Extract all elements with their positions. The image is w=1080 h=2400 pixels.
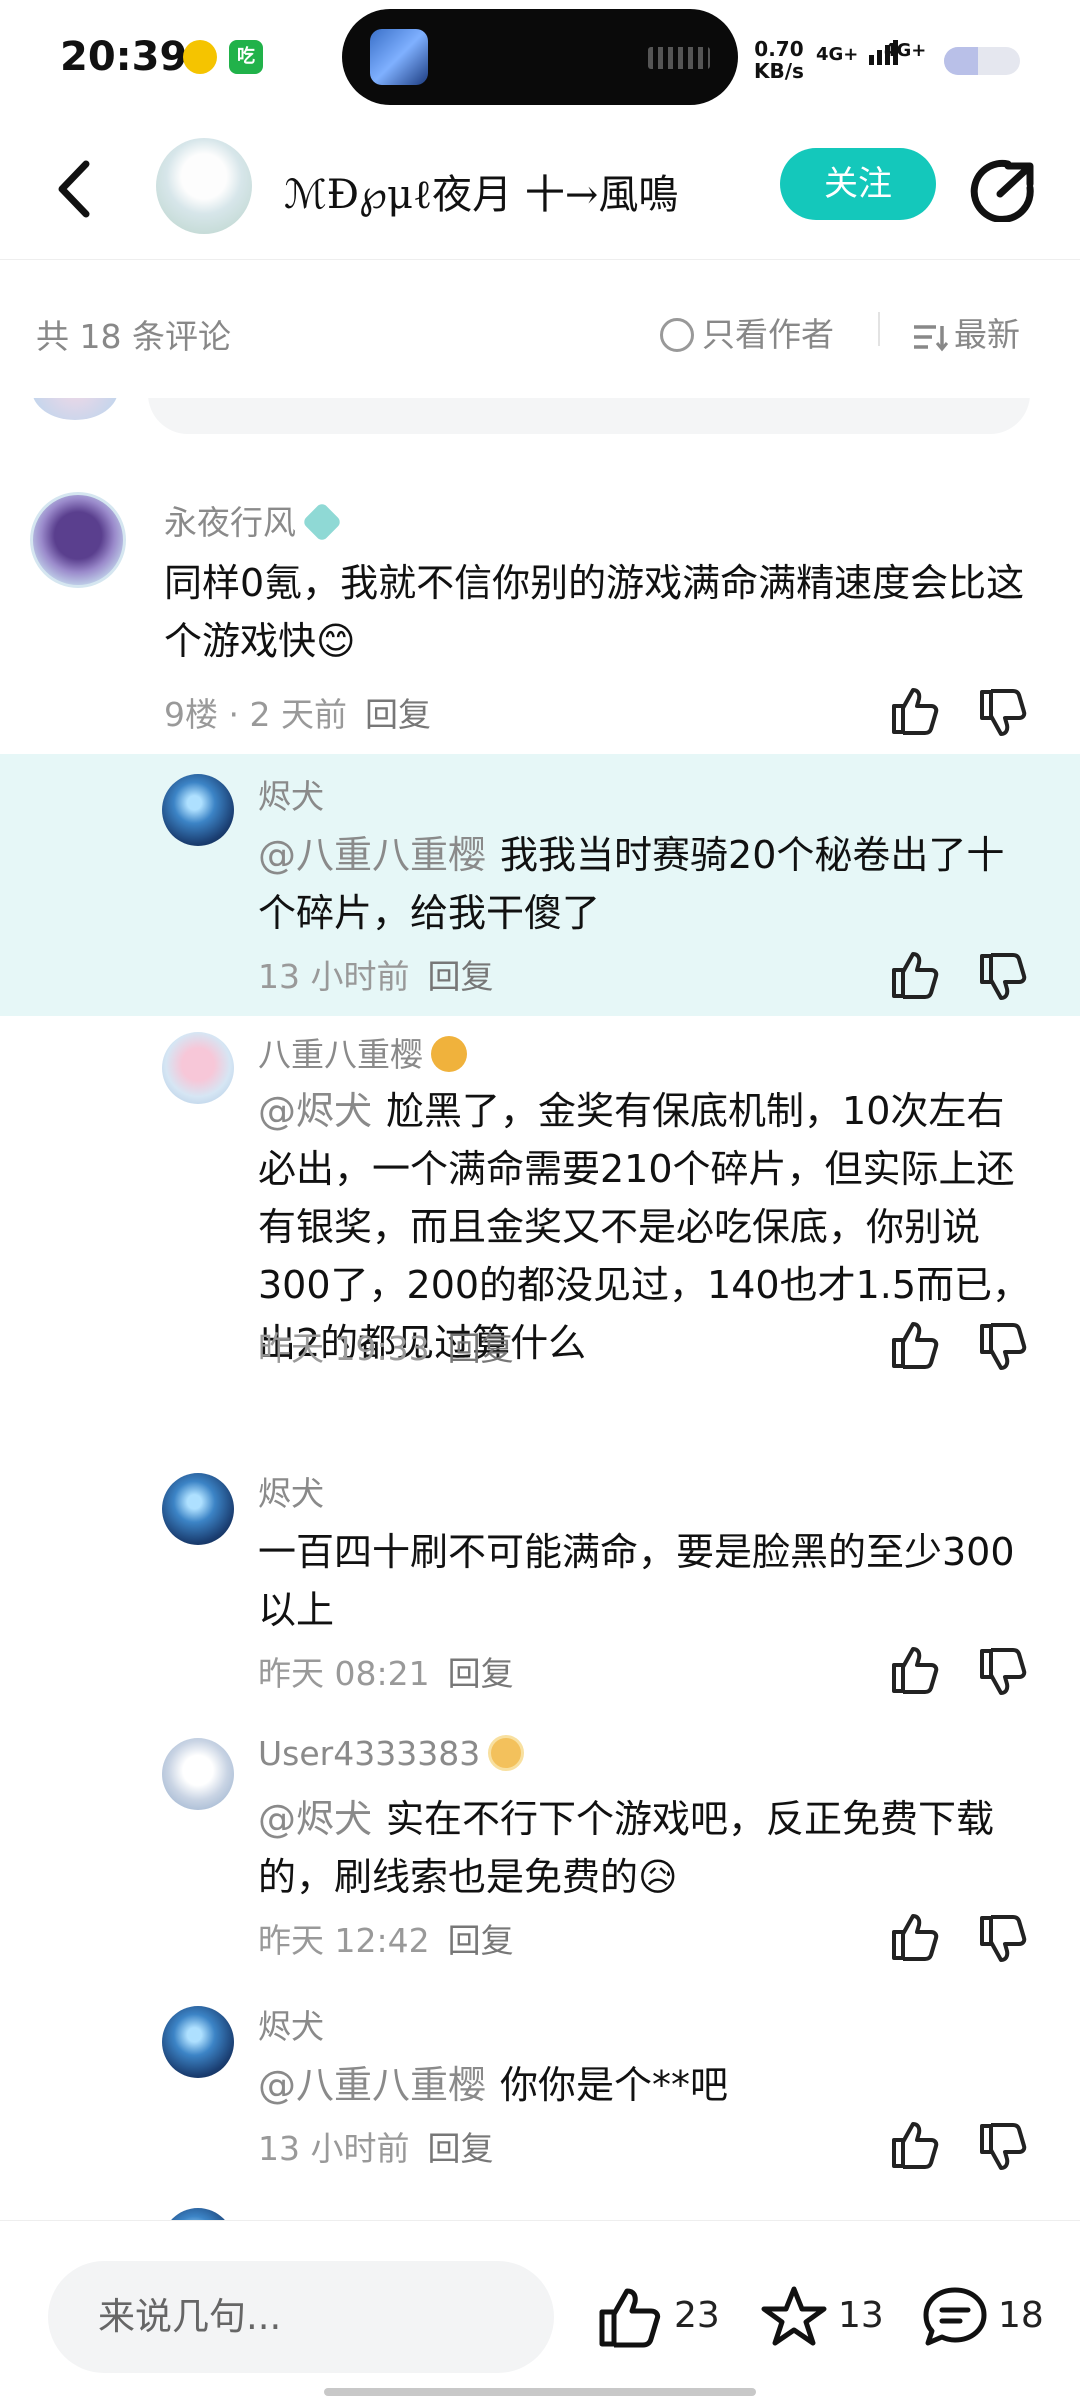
reply-button[interactable]: 回复 <box>427 2129 493 2168</box>
comment-count: 共 18 条评论 <box>36 317 231 356</box>
like-icon[interactable] <box>888 1318 940 1370</box>
media-thumbnail <box>370 29 428 85</box>
comment-text: @八重八重樱 你你是个**吧 <box>258 2063 729 2107</box>
dislike-icon[interactable] <box>976 1322 1028 1374</box>
mention-link[interactable]: @八重八重樱 <box>258 2063 486 2107</box>
back-arrow-icon[interactable] <box>46 154 106 224</box>
comment-meta: 9楼 · 2 天前 回复 <box>164 695 431 734</box>
reply-button[interactable]: 回复 <box>448 1329 514 1368</box>
bottom-action-bar: 来说几句... 23 13 18 <box>0 2220 1080 2400</box>
like-icon[interactable] <box>888 1643 940 1695</box>
dislike-icon[interactable] <box>976 688 1028 740</box>
radio-icon <box>660 318 694 352</box>
mention-link[interactable]: @烬犬 <box>258 1089 372 1133</box>
home-indicator[interactable] <box>324 2388 756 2396</box>
reply-button[interactable]: 回复 <box>448 1654 514 1693</box>
level-badge-icon <box>301 501 343 543</box>
comment-meta: 昨天 12:42 回复 <box>258 1921 514 1960</box>
avatar[interactable] <box>162 2006 234 2078</box>
follow-button[interactable]: 关注 <box>780 148 936 220</box>
dislike-icon[interactable] <box>976 952 1028 1004</box>
star-icon <box>761 2286 827 2346</box>
reply-button[interactable]: 回复 <box>427 957 493 996</box>
comments-button[interactable]: 18 <box>922 2281 1044 2351</box>
comment-list[interactable]: 永夜行风 同样0氪，我就不信你别的游戏满命满精速度会比这个游戏快😊 9楼 · 2… <box>0 398 1080 2220</box>
divider <box>878 312 880 346</box>
post-header: ℳĐ℘μℓ夜月 十→風鳴 关注 <box>0 120 1080 260</box>
reply-button[interactable]: 回复 <box>365 695 431 734</box>
status-bar: 20:39 吃 0.70 KB/s 4G+ 4G+ <box>0 0 1080 120</box>
mention-link[interactable]: @八重八重樱 <box>258 833 486 877</box>
comment-text: 同样0氪，我就不信你别的游戏满命满精速度会比这个游戏快😊 <box>164 561 1025 663</box>
comment-meta: 13 小时前 回复 <box>258 2129 494 2168</box>
like-post-button[interactable]: 23 <box>596 2281 720 2351</box>
like-icon[interactable] <box>888 948 940 1000</box>
avatar <box>162 2208 234 2220</box>
comment-meta: 13 小时前 回复 <box>258 957 494 996</box>
comment-sort-bar: 共 18 条评论 只看作者 最新 <box>0 260 1080 400</box>
status-time: 20:39 <box>60 34 188 80</box>
comment-author[interactable]: 烬犬 <box>258 2000 324 2048</box>
like-icon[interactable] <box>888 684 940 736</box>
author-only-toggle[interactable]: 只看作者 <box>660 308 834 356</box>
comment-input[interactable]: 来说几句... <box>48 2261 554 2373</box>
signal-sim2: 4G+ <box>884 40 927 61</box>
comment-author[interactable]: 八重八重樱 <box>258 1028 467 1076</box>
notification-app-icon-2: 吃 <box>229 40 263 74</box>
dislike-icon[interactable] <box>976 1647 1028 1699</box>
comment-text: 一百四十刷不可能满命，要是脸黑的至少300以上 <box>258 1530 1015 1632</box>
comment-text: @八重八重樱 我我当时赛骑20个秘卷出了十个碎片，给我干傻了 <box>258 833 1005 935</box>
comment-author[interactable]: 烬犬 <box>258 770 324 818</box>
favorite-button[interactable]: 13 <box>760 2281 884 2351</box>
avatar[interactable] <box>30 492 126 588</box>
comment-floor-9: 永夜行风 同样0氪，我就不信你别的游戏满命满精速度会比这个游戏快😊 9楼 · 2… <box>0 398 1080 753</box>
comment-meta: 昨天 08:21 回复 <box>258 1654 514 1693</box>
dislike-icon[interactable] <box>976 1914 1028 1966</box>
reply-item: 烬犬 一百四十刷不可能满命，要是脸黑的至少300以上 昨天 08:21 回复 <box>0 1473 1080 1733</box>
level-badge-icon <box>488 1735 525 1771</box>
like-icon <box>599 2288 661 2348</box>
reply-item: 烬犬 @八重八重樱 你你是个**吧 13 小时前 回复 <box>0 2006 1080 2206</box>
dislike-icon[interactable] <box>976 2122 1028 2174</box>
net-speed: 0.70 KB/s <box>754 37 804 83</box>
comment-author[interactable]: 烬犬 <box>258 1467 324 1515</box>
mention-link[interactable]: @烬犬 <box>258 1797 372 1841</box>
avatar[interactable] <box>162 1738 234 1810</box>
author-avatar[interactable] <box>156 138 252 234</box>
dynamic-island[interactable] <box>342 9 738 105</box>
comment-bubble-icon <box>923 2287 987 2346</box>
sort-list-icon <box>914 325 949 352</box>
like-icon[interactable] <box>888 1910 940 1962</box>
avatar[interactable] <box>162 1473 234 1545</box>
emoji-badge-icon <box>431 1036 467 1072</box>
battery-icon <box>944 47 1020 75</box>
avatar[interactable] <box>162 774 234 846</box>
reply-item: 八重八重樱 @烬犬 尬黑了，金奖有保底机制，10次左右必出，一个满命需要210个碎… <box>0 1018 1080 1438</box>
author-name[interactable]: ℳĐ℘μℓ夜月 十→風鳴 <box>284 162 678 220</box>
notification-app-icon <box>183 40 217 74</box>
sort-newest-button[interactable]: 最新 <box>912 308 1020 356</box>
reply-item-highlighted: 烬犬 @八重八重樱 我我当时赛骑20个秘卷出了十个碎片，给我干傻了 13 小时前回… <box>0 754 1080 1016</box>
battery-fill <box>944 47 979 75</box>
comment-author[interactable]: User4333383 <box>258 1734 525 1773</box>
share-icon[interactable] <box>968 156 1036 222</box>
reply-item: User4333383 @烬犬 实在不行下个游戏吧，反正免费下载的，刷线索也是免费… <box>0 1734 1080 1998</box>
comment-author[interactable]: 永夜行风 <box>164 496 343 544</box>
comment-text: @烬犬 实在不行下个游戏吧，反正免费下载的，刷线索也是免费的😥 <box>258 1797 995 1899</box>
like-icon[interactable] <box>888 2118 940 2170</box>
audio-wave-icon <box>648 47 710 69</box>
avatar[interactable] <box>162 1032 234 1104</box>
reply-button[interactable]: 回复 <box>448 1921 514 1960</box>
comment-meta: 昨天 19:33 回复 <box>258 1329 514 1368</box>
